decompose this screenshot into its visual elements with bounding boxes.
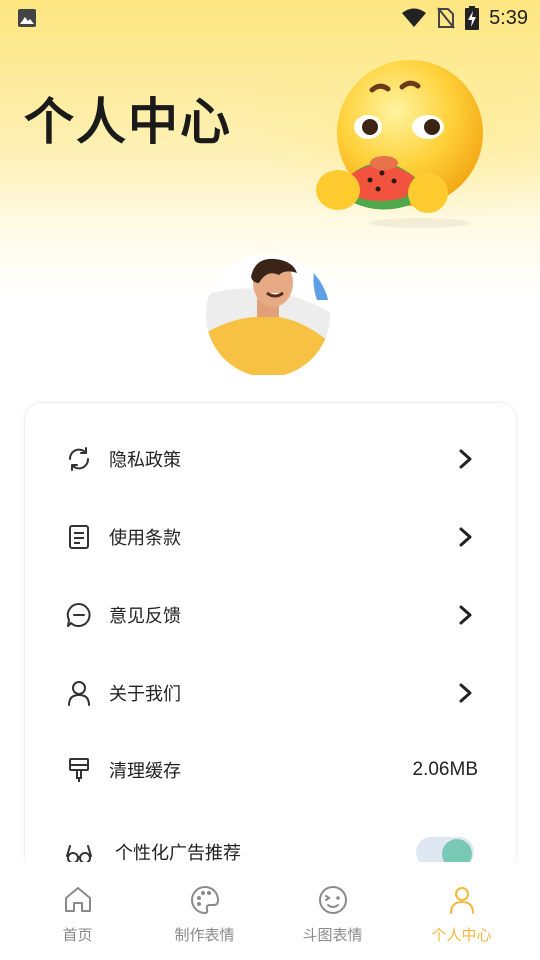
person-icon: [449, 887, 474, 914]
status-bar: 5:39: [0, 0, 540, 36]
tab-label: 斗图表情: [302, 926, 363, 944]
feedback-label: 意见反馈: [109, 606, 181, 627]
clear-cache-row[interactable]: 清理缓存 2.06MB: [25, 731, 518, 809]
feedback-row[interactable]: 意见反馈: [25, 576, 518, 654]
settings-card: 隐私政策 使用条款 意见反馈 关于我们 清理缓存 2.06MB 个性化广告推荐: [24, 402, 517, 872]
document-icon: [69, 525, 89, 549]
tab-meme-battle[interactable]: 斗图表情: [265, 862, 400, 960]
chevron-right-icon: [459, 683, 472, 703]
chat-icon: [66, 602, 91, 627]
no-sim-icon: [437, 7, 455, 29]
tab-home[interactable]: 首页: [10, 862, 145, 960]
about-us-label: 关于我们: [109, 684, 181, 705]
privacy-policy-label: 隐私政策: [109, 450, 181, 471]
brush-icon: [69, 758, 89, 782]
palette-icon: [190, 885, 219, 915]
status-time: 5:39: [489, 6, 528, 29]
about-us-row[interactable]: 关于我们: [25, 654, 518, 732]
clear-cache-label: 清理缓存: [109, 761, 181, 782]
tab-label: 制作表情: [174, 926, 235, 944]
bottom-tab-bar: 首页 制作表情 斗图表情 个人中心: [0, 862, 540, 960]
tab-personal-center[interactable]: 个人中心: [394, 862, 529, 960]
chevron-right-icon: [459, 605, 472, 625]
home-icon: [64, 887, 91, 912]
wifi-icon: [402, 8, 427, 27]
tab-label: 个人中心: [431, 926, 492, 944]
chevron-right-icon: [459, 449, 472, 469]
tab-make-emoji[interactable]: 制作表情: [137, 862, 272, 960]
privacy-policy-row[interactable]: 隐私政策: [25, 420, 518, 498]
gallery-notification-icon: [18, 9, 36, 27]
terms-of-use-label: 使用条款: [109, 528, 181, 549]
watermelon-emoji-illustration: [316, 60, 483, 228]
wink-face-icon: [318, 886, 347, 914]
refresh-icon: [68, 447, 90, 471]
person-icon: [68, 681, 90, 706]
avatar[interactable]: [205, 255, 335, 375]
terms-of-use-row[interactable]: 使用条款: [25, 498, 518, 576]
chevron-right-icon: [459, 527, 472, 547]
page-title: 个人中心: [24, 93, 232, 151]
battery-charging-icon: [465, 6, 480, 30]
tab-label: 首页: [62, 926, 93, 944]
cache-size-value: 2.06MB: [412, 759, 478, 780]
